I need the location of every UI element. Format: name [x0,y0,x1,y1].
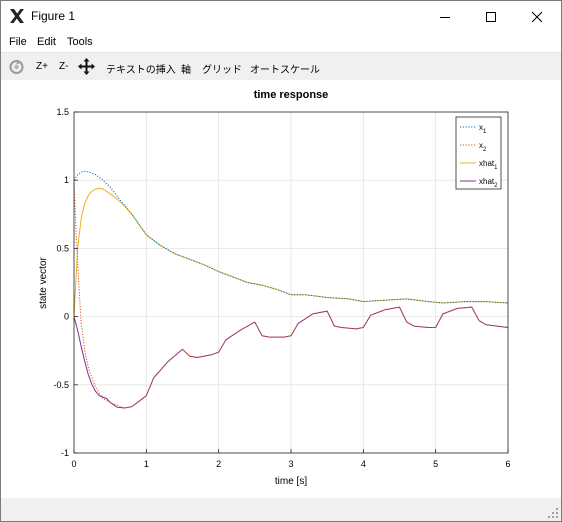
resize-grip-icon[interactable] [547,507,559,519]
y-tick-label: -0.5 [53,380,69,390]
close-icon [531,11,543,22]
legend-label-text: xhat [479,159,495,168]
x-tick-label: 2 [216,459,221,469]
y-axis-label: state vector [38,256,49,308]
maximize-button[interactable] [468,1,514,32]
x-tick-label: 4 [361,459,366,469]
autoscale-button[interactable]: オートスケール [250,61,320,76]
minimize-button[interactable] [422,1,468,32]
zoom-in-button[interactable]: Z+ [36,61,48,72]
rotate-icon[interactable] [8,58,25,75]
app-x-icon [10,9,24,23]
close-button[interactable] [514,1,560,32]
x-tick-label: 1 [144,459,149,469]
menu-tools[interactable]: Tools [67,36,93,48]
x-tick-label: 5 [433,459,438,469]
zoom-out-button[interactable]: Z- [59,61,68,72]
status-bar [1,498,561,521]
x-tick-label: 6 [505,459,510,469]
figure-window: Figure 1 File Edit Tools Z+ Z- テキストの挿入 軸… [0,0,562,522]
title-bar[interactable]: Figure 1 [1,1,561,32]
legend: x1x2xhat1xhat2 [455,116,502,190]
toolbar: Z+ Z- テキストの挿入 軸 グリッド オートスケール [1,52,561,81]
x-tick-label: 0 [71,459,76,469]
y-tick-label: 1 [64,175,69,185]
menu-edit[interactable]: Edit [37,36,56,48]
x-tick-label: 3 [288,459,293,469]
plot-svg: time response 0 1 2 3 4 5 6 -1 -0.5 0 0.5 1 1.5 time… [38,89,511,487]
insert-text-button[interactable]: テキストの挿入 [106,61,176,76]
legend-label-text: xhat [479,177,495,186]
y-tick-label: 0.5 [56,243,69,253]
chart-title: time response [254,89,329,101]
figure-canvas[interactable]: time response 0 1 2 3 4 5 6 -1 -0.5 0 0.5 1 1.5 time… [1,80,561,498]
axes-button[interactable]: 軸 [181,61,191,76]
y-tick-label: -1 [61,448,69,458]
y-tick-label: 0 [64,312,69,322]
grid-button[interactable]: グリッド [202,61,242,76]
menu-file[interactable]: File [9,36,27,48]
y-tick-label: 1.5 [56,107,69,117]
pan-icon[interactable] [77,57,96,76]
minimize-icon [440,16,450,18]
maximize-icon [486,11,496,22]
window-title: Figure 1 [31,9,76,23]
x-axis-label: time [s] [275,476,307,487]
menu-bar: File Edit Tools [1,32,561,52]
